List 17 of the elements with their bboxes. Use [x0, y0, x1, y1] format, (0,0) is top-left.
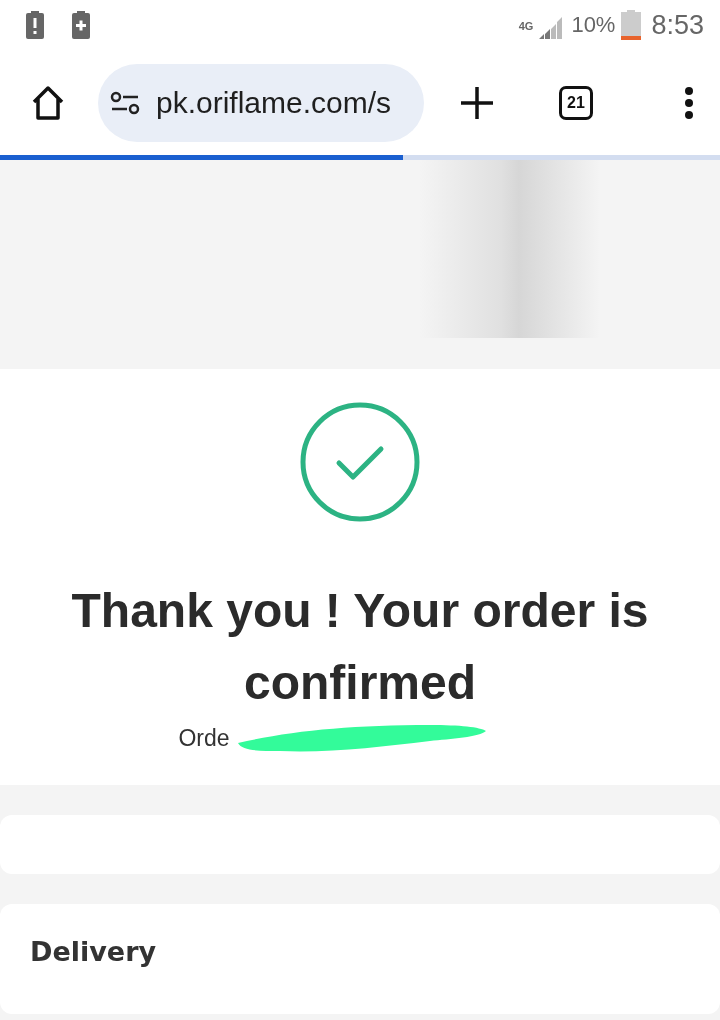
- success-check-icon: [299, 401, 421, 523]
- battery-percent: 10%: [571, 12, 616, 38]
- order-number-label: Orde: [178, 724, 230, 752]
- section-title: Delivery: [30, 936, 158, 967]
- confirmation-title: Thank you ! Your order is confirmed: [70, 583, 650, 711]
- new-tab-icon[interactable]: [460, 85, 494, 120]
- battery-alert-icon: [26, 11, 44, 39]
- home-icon[interactable]: [30, 84, 66, 121]
- menu-icon[interactable]: [684, 85, 694, 120]
- tab-count-button[interactable]: 21: [559, 85, 593, 120]
- address-bar[interactable]: pk.oriflame.com/s: [98, 63, 424, 142]
- battery-plus-icon: [72, 11, 90, 39]
- battery-icon: [621, 10, 642, 40]
- site-settings-icon: [110, 90, 140, 115]
- url-text: pk.oriflame.com/s: [156, 85, 392, 120]
- network-type: 4G: [518, 19, 534, 32]
- clock: 8:53: [651, 9, 704, 41]
